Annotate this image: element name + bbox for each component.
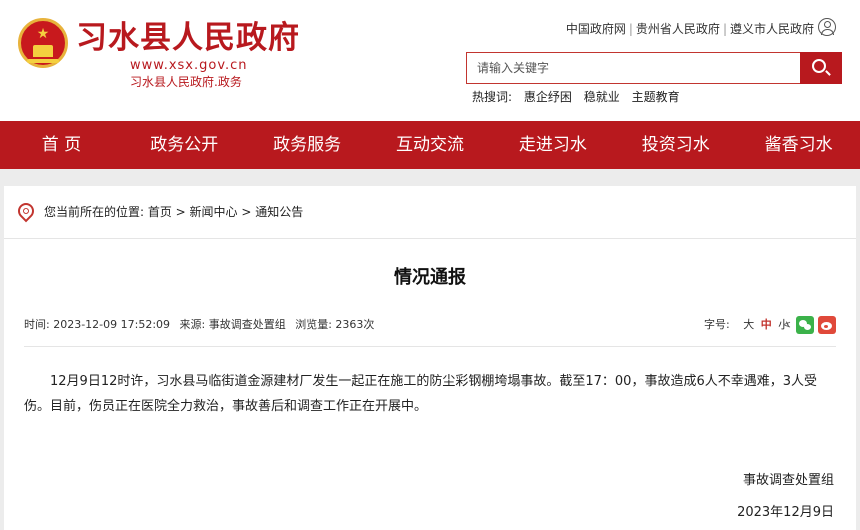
article-title: 情况通报: [4, 266, 856, 290]
main-nav: 首 页 政务公开 政务服务 互动交流 走进习水 投资习水 酱香习水: [0, 121, 860, 169]
search-button[interactable]: [800, 52, 842, 84]
article-panel: 您当前所在的位置: 首页 > 新闻中心 > 通知公告 情况通报 时间: 2023…: [4, 186, 856, 530]
nav-item-invest[interactable]: 投资习水: [614, 121, 737, 169]
site-url: www.xsx.gov.cn: [130, 58, 248, 74]
search-box: [466, 52, 800, 84]
font-size-large[interactable]: 大: [743, 318, 754, 331]
national-emblem-icon: ★: [18, 18, 68, 68]
top-link-guizhou[interactable]: 贵州省人民政府: [636, 22, 720, 36]
font-size-medium[interactable]: 中: [761, 318, 772, 331]
user-icon[interactable]: [818, 18, 836, 36]
search-input[interactable]: [467, 53, 807, 83]
site-title[interactable]: 习水县人民政府: [76, 18, 300, 58]
font-size-label: 字号:: [704, 318, 730, 331]
share-icon[interactable]: <: [782, 319, 791, 331]
top-link-gov[interactable]: 中国政府网: [566, 22, 626, 36]
article-date: 2023年12月9日: [737, 504, 834, 522]
location-pin-icon: [15, 200, 38, 223]
article-signer: 事故调查处置组: [743, 472, 834, 490]
divider: [4, 238, 856, 239]
top-link-zunyi[interactable]: 遵义市人民政府: [730, 22, 814, 36]
weibo-icon[interactable]: [818, 316, 836, 334]
divider: [24, 346, 836, 347]
top-link-separator: |: [723, 22, 727, 36]
article-body: 12月9日12时许，习水县马临街道金源建材厂发生一起正在施工的防尘彩钢棚垮塌事故…: [24, 369, 838, 419]
site-header: ★ 习水县人民政府 www.xsx.gov.cn 习水县人民政府.政务 中国政府…: [0, 0, 860, 121]
hot-word[interactable]: 稳就业: [584, 90, 620, 104]
hot-word[interactable]: 惠企纾困: [524, 90, 572, 104]
site-subtitle: 习水县人民政府.政务: [130, 74, 242, 90]
view-count: 浏览量: 2363次: [295, 318, 374, 331]
hot-words: 热搜词: 惠企纾困 稳就业 主题教育: [472, 88, 688, 106]
font-size-control: 字号: 大 中 小: [704, 317, 789, 333]
nav-item-home[interactable]: 首 页: [0, 121, 123, 169]
nav-item-about[interactable]: 走进习水: [491, 121, 614, 169]
wechat-icon[interactable]: [796, 316, 814, 334]
article-meta: 时间: 2023-12-09 17:52:09 来源: 事故调查处置组 浏览量:…: [24, 317, 380, 333]
nav-item-gov-affairs[interactable]: 政务公开: [123, 121, 246, 169]
nav-item-liquor[interactable]: 酱香习水: [737, 121, 860, 169]
nav-item-interaction[interactable]: 互动交流: [369, 121, 492, 169]
article-source: 来源: 事故调查处置组: [180, 318, 286, 331]
publish-time: 时间: 2023-12-09 17:52:09: [24, 318, 170, 331]
hot-words-label: 热搜词:: [472, 90, 512, 104]
breadcrumb[interactable]: 您当前所在的位置: 首页 > 新闻中心 > 通知公告: [44, 203, 303, 221]
top-link-separator: |: [629, 22, 633, 36]
nav-item-gov-services[interactable]: 政务服务: [246, 121, 369, 169]
hot-word[interactable]: 主题教育: [632, 90, 680, 104]
top-links: 中国政府网|贵州省人民政府|遵义市人民政府: [540, 19, 814, 39]
